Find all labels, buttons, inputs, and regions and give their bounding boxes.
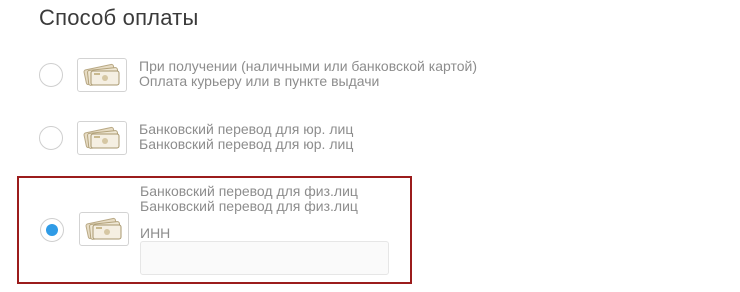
cash-icon: [85, 217, 122, 240]
inn-input[interactable]: [140, 241, 389, 275]
option-description: Банковский перевод для юр. лиц: [139, 136, 354, 152]
option-description: Оплата курьеру или в пункте выдачи: [139, 73, 380, 89]
cash-icon: [83, 63, 120, 86]
cash-icon-box: [77, 121, 127, 155]
payment-method-title: Способ оплаты: [39, 5, 199, 30]
radio-bank-individual[interactable]: [40, 218, 64, 242]
radio-cash[interactable]: [39, 63, 63, 87]
cash-icon-box: [77, 58, 127, 92]
cash-icon-box: [79, 212, 129, 246]
option-title: Банковский перевод для юр. лиц: [139, 121, 354, 137]
cash-icon: [83, 126, 120, 149]
option-title: Банковский перевод для физ.лиц: [140, 183, 358, 199]
option-description: Банковский перевод для физ.лиц: [140, 198, 358, 214]
inn-label: ИНН: [140, 225, 171, 241]
option-title: При получении (наличными или банковской …: [139, 58, 477, 74]
radio-bank-legal[interactable]: [39, 126, 63, 150]
